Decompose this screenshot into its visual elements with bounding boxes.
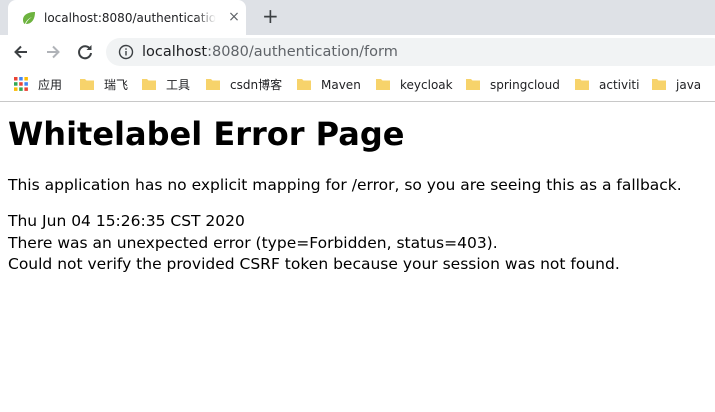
bookmark-label: activiti <box>599 78 640 92</box>
forward-arrow-icon[interactable] <box>44 43 62 61</box>
bookmarks-bar: 应用 瑞飞 工具 csdn博客 Maven keycloak springclo… <box>0 69 715 102</box>
folder-icon <box>142 79 156 90</box>
back-arrow-icon[interactable] <box>12 43 30 61</box>
bookmark-label: Maven <box>321 78 361 92</box>
error-status: There was an unexpected error (type=Forb… <box>8 233 498 252</box>
error-description: This application has no explicit mapping… <box>8 176 682 194</box>
page-title: Whitelabel Error Page <box>8 115 405 153</box>
new-tab-button[interactable]: + <box>262 6 279 26</box>
spring-leaf-icon <box>23 12 35 24</box>
close-icon[interactable]: × <box>226 9 242 25</box>
bookmark-label: keycloak <box>400 78 453 92</box>
bookmark-label: springcloud <box>490 78 560 92</box>
url-path: :8080/authentication/form <box>207 44 398 60</box>
info-icon[interactable] <box>118 44 134 60</box>
url-host: localhost <box>142 44 208 60</box>
tab-title: localhost:8080/authentication/form <box>44 11 216 25</box>
reload-icon[interactable] <box>76 43 94 61</box>
folder-icon <box>466 79 480 90</box>
folder-icon <box>297 79 311 90</box>
address-bar[interactable]: localhost:8080/authentication/form <box>106 38 715 66</box>
folder-icon <box>376 79 390 90</box>
error-details: Thu Jun 04 15:26:35 CST 2020 There was a… <box>8 211 620 276</box>
browser-toolbar: localhost:8080/authentication/form <box>0 35 715 69</box>
tab-strip: localhost:8080/authentication/form × + <box>0 0 715 35</box>
bookmark-label: 瑞飞 <box>104 78 129 92</box>
bookmark-label: 工具 <box>166 78 191 92</box>
error-timestamp: Thu Jun 04 15:26:35 CST 2020 <box>8 212 245 230</box>
folder-icon <box>80 79 94 90</box>
browser-tab[interactable]: localhost:8080/authentication/form × <box>8 0 246 35</box>
bookmark-label: csdn博客 <box>230 78 283 92</box>
error-message: Could not verify the provided CSRF token… <box>8 255 620 273</box>
bookmark-label: 应用 <box>38 78 63 92</box>
folder-icon <box>652 79 666 90</box>
bookmark-label: java <box>676 78 702 92</box>
url-text[interactable]: localhost:8080/authentication/form <box>142 43 398 61</box>
folder-icon <box>575 79 589 90</box>
apps-grid-icon <box>14 77 28 91</box>
folder-icon <box>206 79 220 90</box>
